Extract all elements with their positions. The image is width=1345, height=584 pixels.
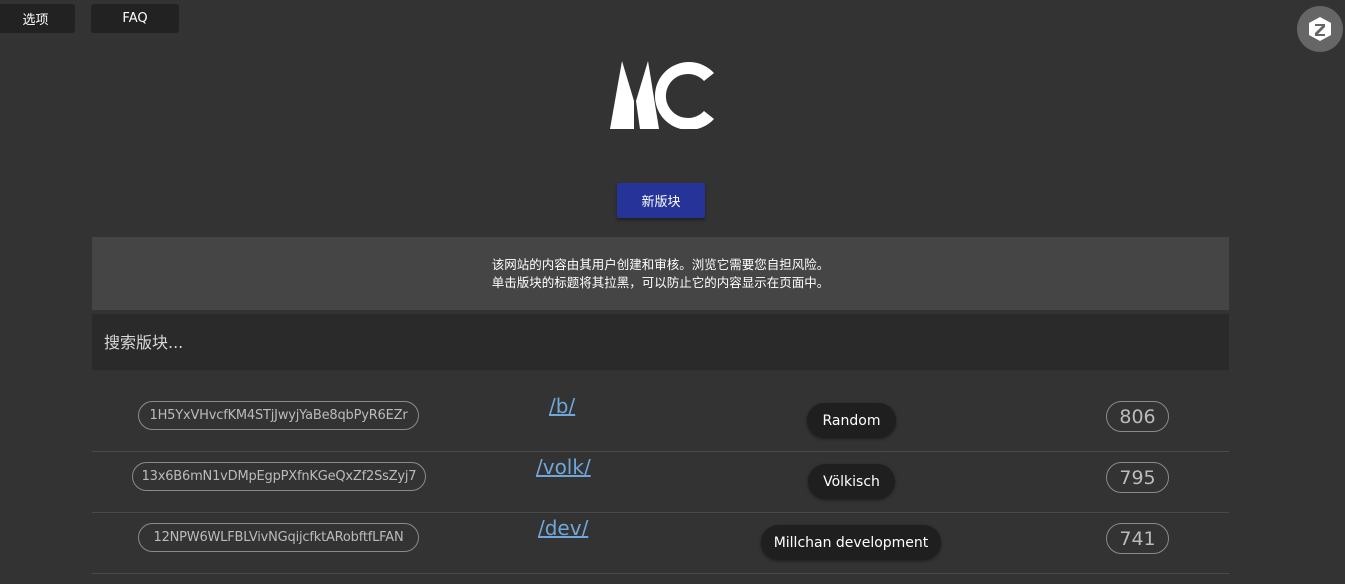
board-address: 12NPW6WLFBLVivNGqijcfktARobftfLFAN xyxy=(138,523,419,552)
board-title-button[interactable]: Völkisch xyxy=(808,464,895,499)
board-post-count: 806 xyxy=(1106,401,1169,432)
board-post-count: 741 xyxy=(1106,523,1169,554)
options-button[interactable]: 选项 xyxy=(0,4,75,33)
disclaimer-notice: 该网站的内容由其用户创建和审核。浏览它需要您自担风险。 单击版块的标题将其拉黑，… xyxy=(92,237,1229,310)
notice-line-1: 该网站的内容由其用户创建和审核。浏览它需要您自担风险。 xyxy=(491,256,830,272)
board-address: 1H5YxVHvcfKM4STjJwyjYaBe8qbPyR6EZr xyxy=(138,401,419,430)
zeronet-logo-icon[interactable] xyxy=(1297,6,1343,52)
faq-button[interactable]: FAQ xyxy=(91,4,179,33)
notice-line-2: 单击版块的标题将其拉黑，可以防止它的内容显示在页面中。 xyxy=(491,274,830,290)
board-address: 13x6B6mN1vDMpEgpPXfnKGeQxZf2SsZyj7 xyxy=(132,462,426,491)
board-post-count: 795 xyxy=(1106,462,1169,493)
board-row: 13x6B6mN1vDMpEgpPXfnKGeQxZf2SsZyj7 /volk… xyxy=(92,451,1229,513)
board-uri-link[interactable]: /volk/ xyxy=(536,455,591,479)
millchan-logo xyxy=(610,61,714,129)
board-uri-link[interactable]: /dev/ xyxy=(538,516,588,540)
board-uri-link[interactable]: /b/ xyxy=(549,394,575,418)
board-row: 1H5YxVHvcfKM4STjJwyjYaBe8qbPyR6EZr /b/ R… xyxy=(92,390,1229,452)
board-title-button[interactable]: Random xyxy=(807,403,896,438)
board-search-input[interactable] xyxy=(92,314,1229,370)
board-title-button[interactable]: Millchan development xyxy=(761,525,941,560)
new-board-button[interactable]: 新版块 xyxy=(617,183,705,218)
board-row: 12NPW6WLFBLVivNGqijcfktARobftfLFAN /dev/… xyxy=(92,512,1229,574)
